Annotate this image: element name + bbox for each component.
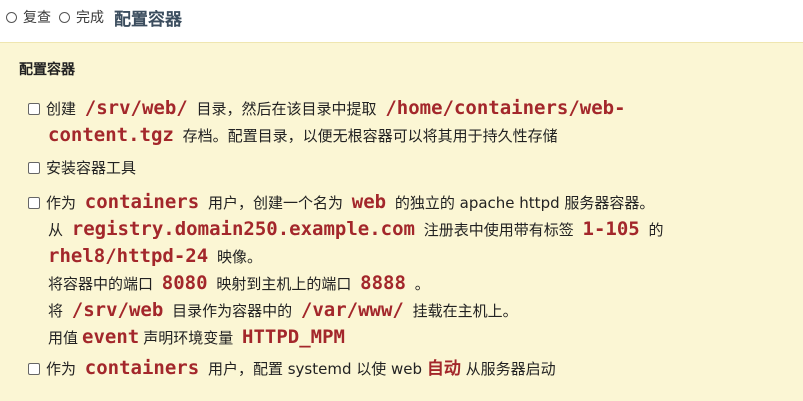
task-3-line5-text-c: 挂载在主机上。 (412, 302, 518, 320)
page-title: 配置容器 (114, 9, 182, 30)
task-3-line6-text-b: 声明环境变量 (143, 329, 234, 347)
task-1-code-1: /srv/web/ (84, 97, 188, 119)
task-3-line1-text-c: 的独立的 apache httpd 服务器容器。 (394, 194, 655, 212)
task-3-line3-code-1: rhel8/httpd-24 (48, 245, 209, 267)
task-1-text-2: 目录，然后在该目录中提取 (196, 100, 377, 118)
task-3-line3-text-a: 映像。 (216, 248, 262, 266)
task-3-line1-code-1: containers (84, 191, 200, 213)
task-3-line1-code-2: web (351, 191, 387, 213)
task-2-checkbox[interactable] (28, 162, 40, 174)
task-3-line6-code-2: HTTPD_MPM (242, 326, 345, 348)
task-3-line6-code-1: event (82, 326, 140, 348)
done-label: 完成 (76, 10, 104, 26)
task-item-1: 创建 /srv/web/ 目录，然后在该目录中提取 /home/containe… (28, 95, 788, 149)
task-3-line4-text-a: 将容器中的端口 (48, 275, 154, 293)
task-4-checkbox[interactable] (28, 363, 40, 375)
task-3-line5-text-b: 目录作为容器中的 (172, 302, 293, 320)
task-1-code-3: content.tgz (48, 124, 174, 146)
task-4-text-1: 作为 (46, 360, 77, 378)
task-item-3: 作为 containers 用户，创建一个名为 web 的独立的 apache … (28, 189, 788, 351)
task-3-line2-text-c: 的 (648, 221, 664, 239)
task-3-line5-code-1: /srv/web (71, 299, 164, 321)
task-1-checkbox[interactable] (28, 103, 40, 115)
task-3-line2-text-a: 从 (48, 221, 64, 239)
task-3-line5-text-a: 将 (48, 302, 64, 320)
task-3-line4-text-c: 。 (414, 275, 430, 293)
task-3-line2-code-1: registry.domain250.example.com (71, 218, 415, 240)
task-panel: 配置容器 创建 /srv/web/ 目录，然后在该目录中提取 /home/con… (0, 42, 803, 401)
task-1-text-3: 存档。配置目录，以便无根容器可以将其用于持久性存储 (182, 127, 558, 145)
task-3-line5-code-2: /var/www/ (300, 299, 404, 321)
review-label: 复查 (23, 10, 51, 26)
task-3-line2-text-b: 注册表中使用带有标签 (423, 221, 574, 239)
task-4-text-2: 用户，配置 systemd 以使 web (207, 360, 423, 378)
task-3-line2-code-2: 1-105 (582, 218, 640, 240)
task-2-text: 安装容器工具 (46, 159, 137, 177)
task-3-checkbox[interactable] (28, 197, 40, 209)
task-3-line1-text-b: 用户，创建一个名为 (207, 194, 343, 212)
task-item-2: 安装容器工具 (28, 155, 788, 181)
done-option[interactable]: 完成 (59, 7, 104, 27)
task-1-text-1: 创建 (46, 100, 77, 118)
task-3-line4-text-b: 映射到主机上的端口 (216, 275, 352, 293)
task-3-line6-text-a: 用值 (48, 329, 79, 347)
task-4-text-3: 从服务器启动 (465, 360, 556, 378)
task-4-highlight: 自动 (426, 359, 461, 379)
panel-heading: 配置容器 (19, 62, 75, 78)
task-3-line4-code-2: 8888 (360, 272, 406, 294)
task-3-line1-text-a: 作为 (46, 194, 77, 212)
task-3-line4-code-1: 8080 (161, 272, 208, 294)
task-4-code-1: containers (84, 357, 200, 379)
review-radio-icon[interactable] (6, 11, 17, 23)
review-option[interactable]: 复查 (6, 7, 51, 27)
done-radio-icon[interactable] (59, 11, 70, 23)
task-1-code-2: /home/containers/web- (385, 97, 626, 119)
task-item-4: 作为 containers 用户，配置 systemd 以使 web 自动 从服… (28, 355, 788, 382)
top-bar: 复查 完成 配置容器 (0, 0, 803, 34)
